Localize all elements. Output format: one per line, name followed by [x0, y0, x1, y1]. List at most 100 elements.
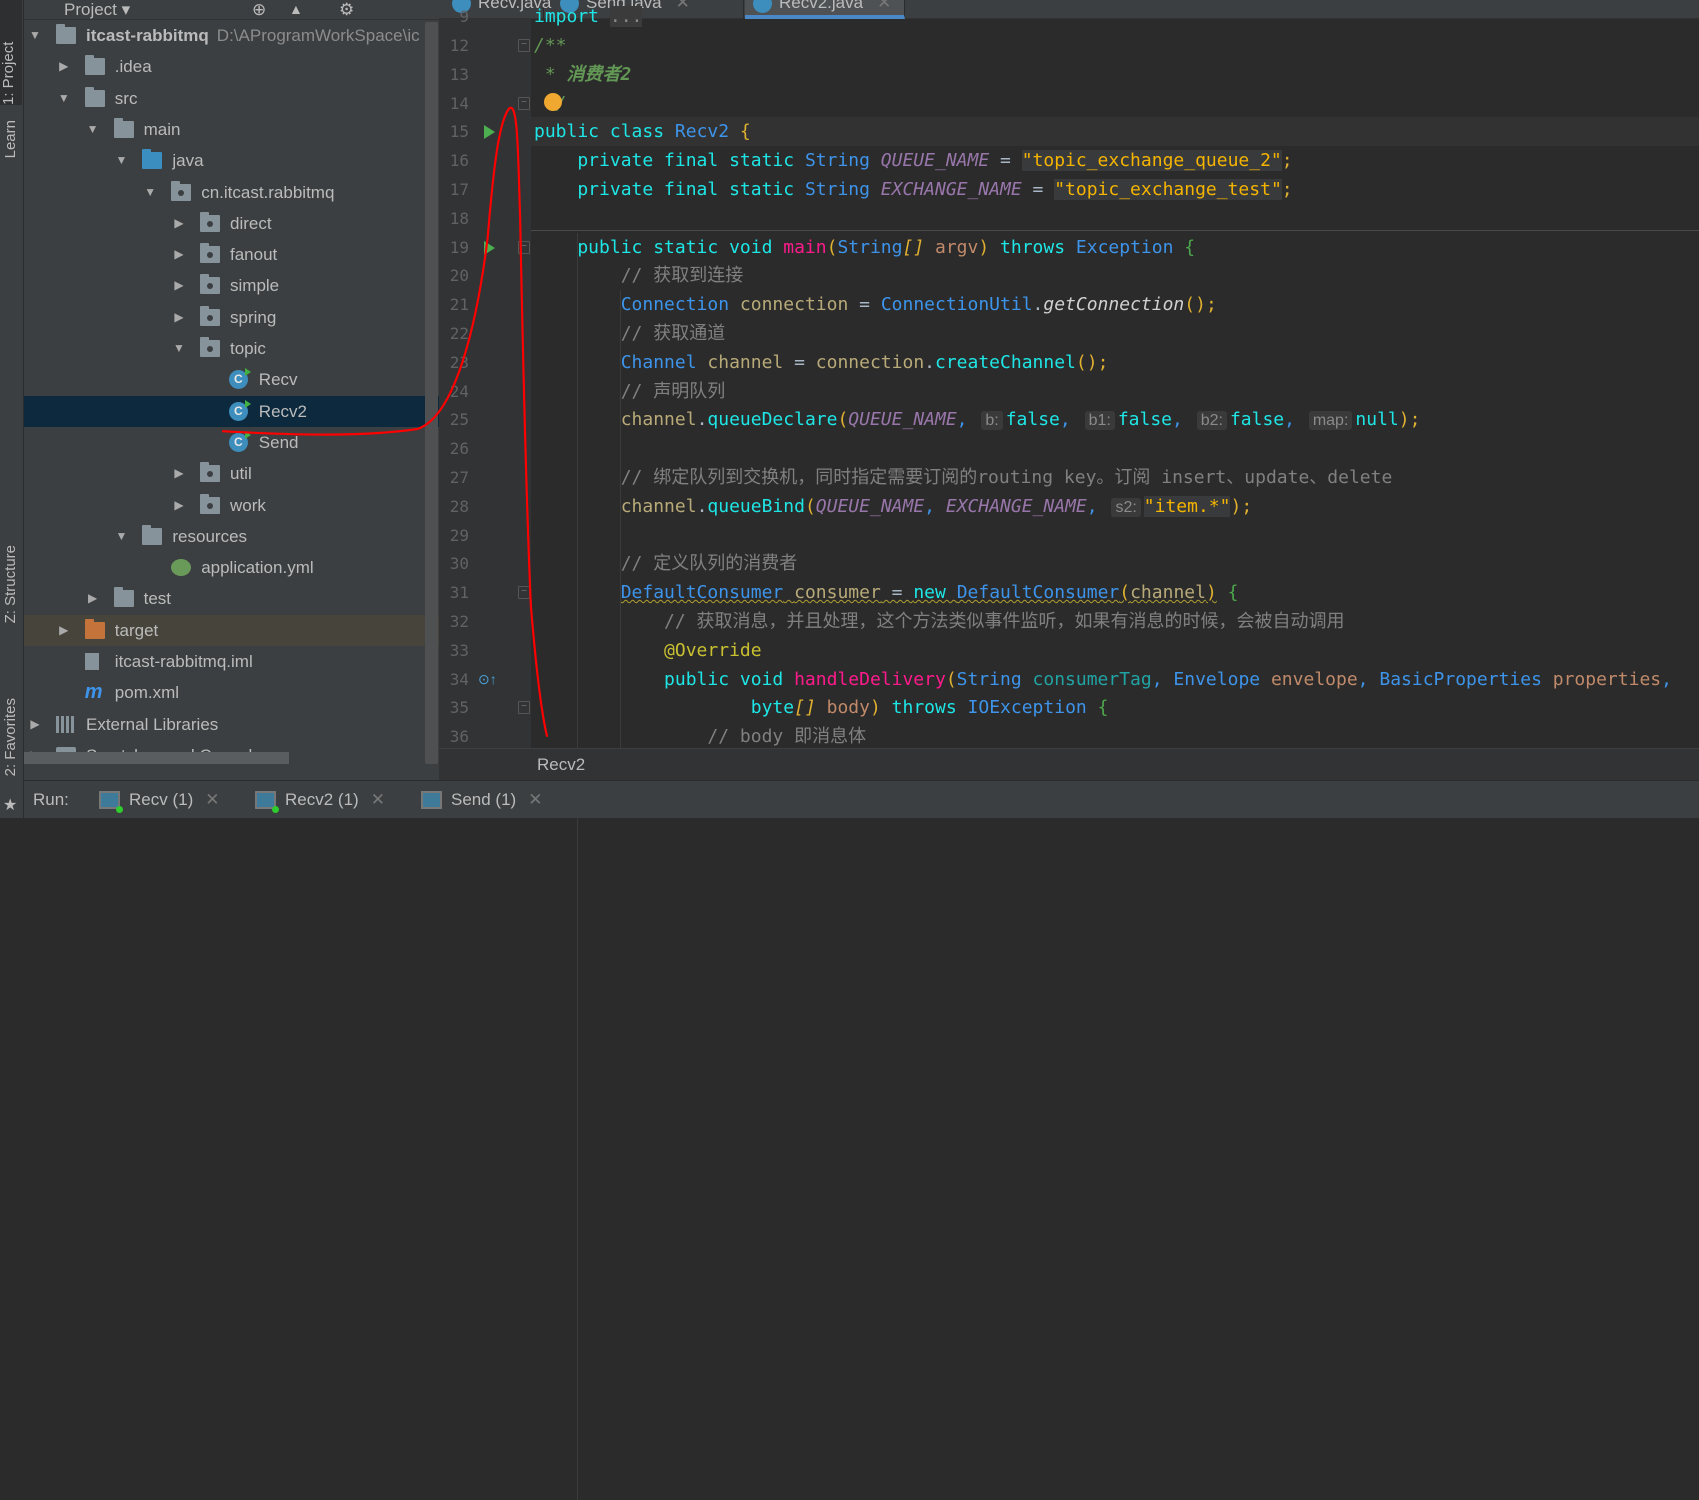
- package-icon: [200, 211, 220, 232]
- fold-marker-icon[interactable]: −: [518, 586, 530, 600]
- chevron-right-icon[interactable]: ▶: [86, 583, 100, 614]
- tool-structure[interactable]: Z: Structure: [2, 545, 19, 623]
- chevron-right-icon[interactable]: ▶: [57, 51, 71, 82]
- gear-icon[interactable]: ⚙: [339, 0, 354, 19]
- code-line[interactable]: // 获取到连接: [534, 261, 744, 290]
- tree-item[interactable]: itcast-rabbitmq.iml: [24, 646, 439, 677]
- code-line[interactable]: @Override: [534, 636, 762, 665]
- tree-item[interactable]: ▶ simple: [24, 270, 439, 301]
- tree-item[interactable]: m pom.xml: [24, 677, 439, 708]
- resources-icon: [142, 524, 163, 545]
- lightbulb-icon[interactable]: [544, 93, 562, 111]
- tree-item[interactable]: ▶ work: [24, 490, 439, 521]
- code-line[interactable]: public static void main(String[] argv) t…: [534, 233, 1195, 262]
- tree-item[interactable]: C Recv: [24, 364, 439, 395]
- code-token: ,: [1172, 409, 1194, 431]
- fold-marker-icon[interactable]: −: [518, 240, 530, 254]
- tree-item[interactable]: ▶ util: [24, 458, 439, 489]
- tree-item[interactable]: ▼ cn.itcast.rabbitmq: [24, 177, 439, 208]
- code-line[interactable]: public class Recv2 {: [534, 117, 751, 146]
- chevron-down-icon[interactable]: ▼: [114, 145, 128, 176]
- chevron-right-icon[interactable]: ▶: [172, 208, 186, 239]
- code-token: DefaultConsumer: [620, 582, 784, 604]
- code-line[interactable]: // 获取消息，并且处理，这个方法类似事件监听，如果有消息的时候，会被自动调用: [534, 607, 1345, 636]
- code-line[interactable]: private final static String EXCHANGE_NAM…: [534, 175, 1293, 204]
- tree-item[interactable]: application.yml: [24, 552, 439, 583]
- tree-item[interactable]: ▼ resources: [24, 521, 439, 552]
- chevron-right-icon[interactable]: ▶: [172, 490, 186, 521]
- code-line[interactable]: // 绑定队列到交换机，同时指定需要订阅的routing key。订阅 inse…: [534, 463, 1393, 492]
- code-line[interactable]: // body 即消息体: [534, 722, 866, 751]
- code-token: ,: [1661, 668, 1672, 690]
- chevron-down-icon[interactable]: ▼: [143, 177, 157, 208]
- horizontal-scrollbar[interactable]: [24, 752, 289, 764]
- tree-item[interactable]: C Recv2: [24, 395, 439, 427]
- code-line[interactable]: import ...: [534, 2, 643, 31]
- tree-item[interactable]: ▶ .idea: [24, 51, 439, 82]
- chevron-down-icon[interactable]: ▼: [28, 20, 42, 51]
- tree-item[interactable]: ▶ spring: [24, 302, 439, 333]
- run-tab[interactable]: Recv (1) ✕: [99, 781, 219, 819]
- tree-item[interactable]: ▼ src: [24, 83, 439, 114]
- run-tab[interactable]: Send (1) ✕: [421, 781, 542, 819]
- code-token: Recv2: [674, 121, 730, 143]
- chevron-down-icon[interactable]: ▼: [172, 333, 186, 364]
- code-line[interactable]: public void handleDelivery(String consum…: [534, 665, 1672, 694]
- chevron-right-icon[interactable]: ▶: [57, 615, 71, 646]
- fold-marker-icon[interactable]: −: [518, 39, 530, 52]
- code-line[interactable]: DefaultConsumer consumer = new DefaultCo…: [534, 578, 1239, 607]
- breadcrumb-item[interactable]: Recv2: [537, 755, 585, 774]
- code-line[interactable]: channel.queueDeclare(QUEUE_NAME, b: false…: [534, 405, 1420, 434]
- close-icon[interactable]: ✕: [676, 0, 690, 12]
- code-line[interactable]: channel.queueBind(QUEUE_NAME, EXCHANGE_N…: [534, 492, 1252, 521]
- tree-item[interactable]: ▼ itcast-rabbitmq D:\AProgramWorkSpace\ic: [24, 20, 439, 51]
- chevron-right-icon[interactable]: ▶: [172, 239, 186, 270]
- tool-favorites[interactable]: 2: Favorites: [2, 698, 19, 776]
- tree-item[interactable]: ▶ fanout: [24, 239, 439, 270]
- close-icon[interactable]: ✕: [371, 790, 385, 809]
- tree-item[interactable]: C Send: [24, 427, 439, 458]
- run-gutter-icon[interactable]: [484, 125, 495, 140]
- code-line[interactable]: // 获取通道: [534, 319, 726, 348]
- code-line[interactable]: private final static String QUEUE_NAME =…: [534, 146, 1293, 175]
- vertical-scrollbar[interactable]: [425, 22, 438, 764]
- editor-tab[interactable]: Recv2.java ✕: [745, 0, 905, 19]
- tree-item[interactable]: ▶ External Libraries: [24, 709, 439, 740]
- chevron-right-icon[interactable]: ▶: [172, 458, 186, 489]
- tree-item[interactable]: ▼ java: [24, 145, 439, 176]
- run-tab[interactable]: Recv2 (1) ✕: [255, 781, 385, 819]
- code-line[interactable]: Connection connection = ConnectionUtil.g…: [534, 290, 1217, 319]
- code-token: byte: [750, 697, 795, 719]
- code-line[interactable]: * 消费者2: [534, 60, 632, 89]
- tree-item[interactable]: ▶ test: [24, 583, 439, 614]
- close-icon[interactable]: ✕: [205, 790, 219, 809]
- code-token: throws: [880, 697, 968, 719]
- tree-item[interactable]: ▼ main: [24, 114, 439, 145]
- collapse-icon[interactable]: ▲: [289, 0, 303, 19]
- fold-marker-icon[interactable]: −: [518, 701, 530, 715]
- line-number: 26: [449, 439, 469, 459]
- line-number: 21: [449, 295, 469, 315]
- locate-icon[interactable]: ⊕: [252, 0, 266, 19]
- project-view-selector[interactable]: Project ▾: [64, 0, 130, 19]
- code-line[interactable]: /**: [534, 31, 567, 60]
- chevron-right-icon[interactable]: ▶: [172, 302, 186, 333]
- chevron-down-icon[interactable]: ▼: [114, 521, 128, 552]
- tool-project[interactable]: 1: Project: [0, 0, 22, 105]
- chevron-down-icon[interactable]: ▼: [86, 114, 100, 145]
- tree-item[interactable]: ▶ target: [24, 614, 439, 646]
- tree-item[interactable]: ▼ topic: [24, 333, 439, 364]
- chevron-down-icon[interactable]: ▼: [57, 83, 71, 114]
- code-line[interactable]: // 定义队列的消费者: [534, 549, 798, 578]
- fold-marker-icon[interactable]: −: [518, 96, 530, 110]
- close-icon[interactable]: ✕: [877, 0, 891, 12]
- code-line[interactable]: // 声明队列: [534, 377, 726, 406]
- run-gutter-icon[interactable]: [484, 240, 495, 255]
- override-method-icon[interactable]: ⊙↑: [478, 665, 497, 694]
- tool-learn[interactable]: Learn: [2, 120, 19, 158]
- close-icon[interactable]: ✕: [528, 790, 542, 809]
- chevron-right-icon[interactable]: ▶: [28, 709, 42, 740]
- tree-item[interactable]: ▶ direct: [24, 208, 439, 239]
- chevron-right-icon[interactable]: ▶: [172, 270, 186, 301]
